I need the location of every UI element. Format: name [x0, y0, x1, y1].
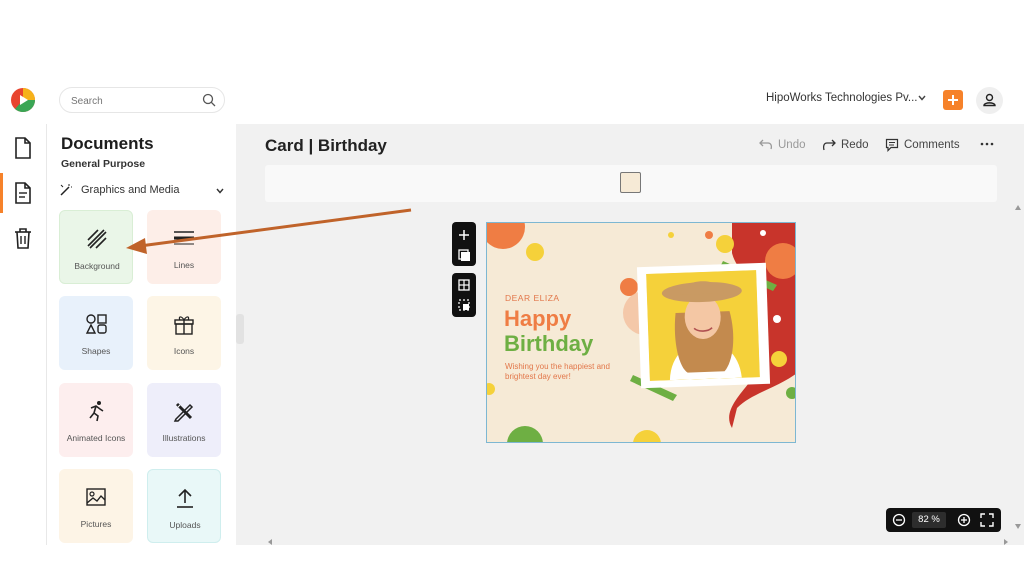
tile-uploads[interactable]: Uploads [147, 469, 221, 543]
lines-icon [174, 231, 194, 245]
undo-label: Undo [778, 139, 806, 151]
top-bar: HipoWorks Technologies Pv... [0, 78, 1024, 124]
category-label: Graphics and Media [81, 184, 180, 196]
search-box[interactable] [59, 87, 225, 113]
grid-icon[interactable] [452, 276, 476, 296]
document-title[interactable]: Card | Birthday [265, 136, 387, 156]
redo-label: Redo [841, 139, 869, 151]
search-input[interactable] [69, 92, 193, 110]
tile-label: Pictures [80, 519, 112, 529]
comment-icon [885, 138, 899, 152]
tile-shapes[interactable]: Shapes [59, 296, 133, 370]
shapes-icon [85, 314, 107, 334]
tile-label: Shapes [81, 346, 111, 356]
app-logo-icon[interactable] [10, 87, 36, 113]
zoom-out-icon[interactable] [892, 513, 906, 527]
tile-label: Icons [173, 346, 195, 356]
portrait-photo [646, 270, 760, 381]
image-icon [86, 488, 106, 506]
fullscreen-icon[interactable] [980, 513, 994, 527]
user-icon [983, 93, 996, 107]
horizontal-scrollbar[interactable] [268, 539, 1008, 545]
scroll-up-arrow-icon[interactable] [1014, 204, 1022, 212]
magic-wand-icon [60, 184, 72, 196]
woman-portrait-image [646, 270, 760, 381]
card-greeting-name: DEAR ELIZA [505, 293, 560, 303]
gift-icon [174, 316, 194, 335]
app-window: HipoWorks Technologies Pv... [0, 78, 1024, 545]
upload-icon [177, 488, 193, 508]
panel-subtitle: General Purpose [61, 158, 146, 170]
add-page-icon[interactable] [452, 225, 476, 245]
chevron-down-icon [216, 188, 224, 194]
zoom-control: 82 % [886, 508, 1001, 532]
birthday-card-canvas[interactable]: DEAR ELIZA Happy Birthday Wishing you th… [486, 222, 796, 443]
comments-label: Comments [904, 139, 960, 151]
tile-icons[interactable]: Icons [147, 296, 221, 370]
tile-label: Background [74, 261, 120, 271]
more-options-icon[interactable] [979, 139, 995, 149]
card-birthday-text: Birthday [504, 331, 594, 356]
chevron-down-icon[interactable] [917, 93, 927, 103]
panel-title: Documents [61, 134, 154, 153]
running-figure-icon [89, 401, 104, 422]
tile-label: Illustrations [162, 433, 206, 443]
select-area-icon[interactable] [452, 297, 476, 315]
tile-pictures[interactable]: Pictures [59, 469, 133, 543]
tile-background[interactable]: Background [59, 210, 133, 284]
user-account-button[interactable] [976, 87, 1003, 114]
tile-animated-icons[interactable]: Animated Icons [59, 383, 133, 457]
organization-name[interactable]: HipoWorks Technologies Pv... [766, 92, 918, 104]
card-wish-text: Wishing you the happiest and brightest d… [505, 362, 610, 381]
pencil-ruler-icon [173, 402, 194, 422]
blank-document-icon[interactable] [11, 136, 35, 160]
layout-tools-group [452, 273, 476, 317]
category-dropdown[interactable]: Graphics and Media [59, 179, 227, 201]
documents-icon[interactable] [11, 181, 35, 205]
tile-label: Animated Icons [66, 433, 126, 443]
trash-icon[interactable] [11, 226, 35, 250]
photo-frame [636, 262, 771, 389]
tile-label: Uploads [169, 520, 201, 530]
create-new-button[interactable] [943, 90, 963, 110]
background-color-swatch[interactable] [620, 172, 641, 193]
tile-illustrations[interactable]: Illustrations [147, 383, 221, 457]
tile-lines[interactable]: Lines [147, 210, 221, 284]
card-happy-text: Happy [504, 306, 572, 331]
zoom-in-icon[interactable] [957, 513, 971, 527]
add-tools-group [452, 222, 476, 266]
undo-icon [759, 139, 773, 150]
redo-icon [822, 139, 836, 151]
background-hatch-icon [87, 229, 107, 249]
search-icon[interactable] [202, 93, 216, 107]
tile-label: Lines [173, 260, 195, 270]
duplicate-page-icon[interactable] [452, 246, 476, 264]
plus-icon [948, 95, 958, 105]
context-toolbar [265, 165, 997, 202]
panel-collapse-handle[interactable] [236, 314, 244, 344]
zoom-level[interactable]: 82 % [912, 512, 946, 528]
active-indicator [0, 173, 3, 213]
left-icon-bar [0, 124, 47, 545]
documents-panel: Documents General Purpose Graphics and M… [47, 124, 236, 545]
scroll-down-arrow-icon[interactable] [1014, 522, 1022, 530]
